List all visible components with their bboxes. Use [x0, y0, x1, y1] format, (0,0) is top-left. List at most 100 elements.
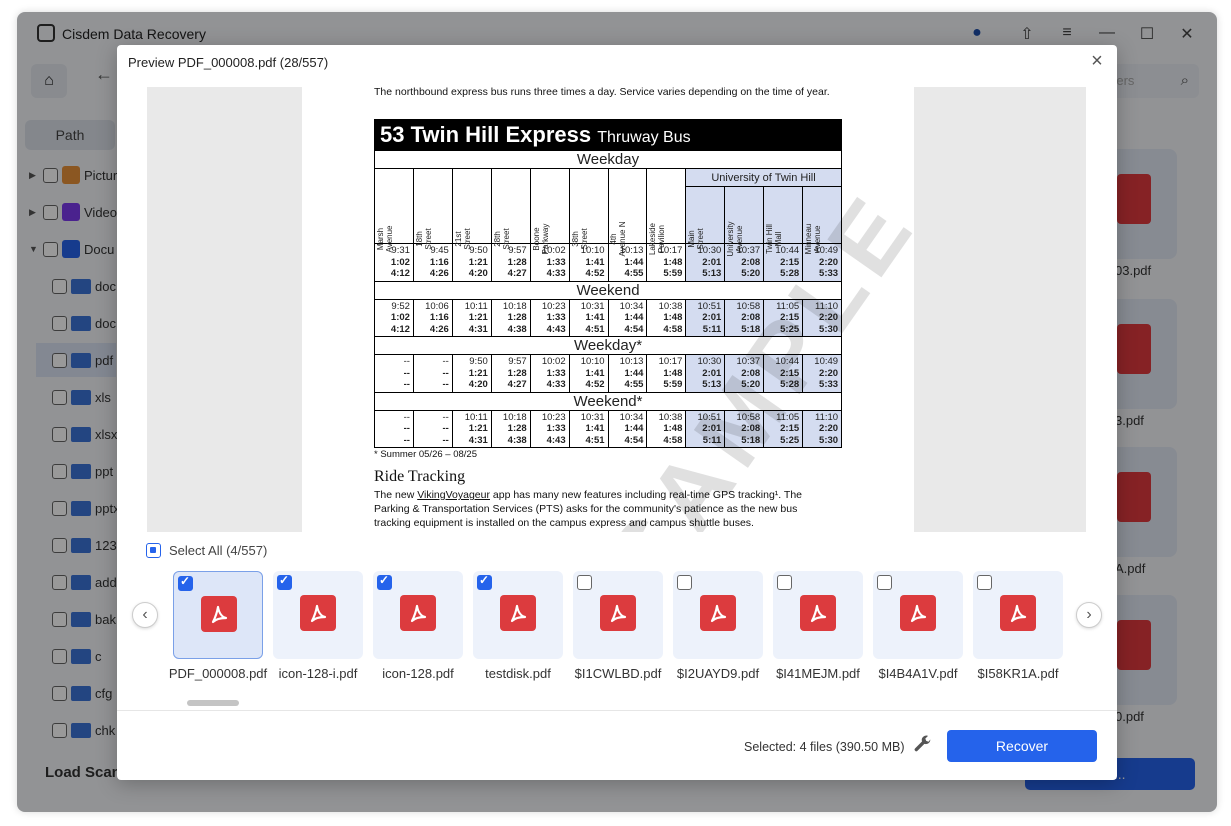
- pdf-file-icon: [900, 595, 936, 631]
- time-value: 4:52: [585, 268, 605, 279]
- stop-name: Twin Hill Mall: [765, 224, 783, 254]
- time-cell: 10:10 1:41 4:52: [569, 355, 609, 393]
- pdf-preview-area[interactable]: The northbound express bus runs three ti…: [147, 87, 1086, 532]
- pdf-file-icon: [600, 595, 636, 631]
- stop-name-line: 18th: [414, 231, 424, 247]
- time-value: 1:21: [468, 367, 488, 379]
- stop-name-line: University: [726, 221, 736, 257]
- time-value: 4:26: [429, 323, 449, 335]
- wrench-icon[interactable]: [912, 734, 936, 758]
- stop-header: 21st Street: [452, 169, 492, 250]
- file-thumbnail[interactable]: [873, 571, 963, 659]
- next-arrow-icon[interactable]: ›: [1076, 602, 1102, 628]
- recover-button[interactable]: Recover: [947, 730, 1097, 762]
- close-icon[interactable]: ×: [1085, 49, 1109, 73]
- thumbnail-filename: icon-128-i.pdf: [278, 666, 358, 681]
- time-value: 1:21: [468, 256, 488, 268]
- pdf-file-icon: [700, 595, 736, 631]
- time-cell: 10:13 1:44 4:55: [608, 355, 648, 393]
- time-value: 10:06: [425, 300, 449, 312]
- stop-name-line: Street: [462, 228, 472, 250]
- preview-dialog: Preview PDF_000008.pdf (28/557) × The no…: [117, 45, 1117, 780]
- time-value: 10:10: [580, 356, 605, 367]
- thumbnail-checkbox[interactable]: [877, 575, 892, 590]
- time-value: 4:33: [546, 379, 566, 390]
- time-value: 10:31: [580, 411, 605, 423]
- time-value: 1:28: [507, 367, 527, 379]
- time-value: 4:20: [468, 379, 488, 390]
- time-value: 10:34: [619, 411, 644, 423]
- time-value: 1:41: [585, 312, 605, 323]
- time-value: 2:01: [702, 256, 722, 268]
- thumbnail-filename: icon-128.pdf: [382, 666, 454, 681]
- stop-name-line: Avenue: [735, 225, 745, 253]
- time-value: 4:38: [507, 323, 527, 335]
- thumbnail-scrollbar[interactable]: [187, 700, 239, 706]
- time-value: 10:18: [502, 300, 527, 312]
- time-value: 1:21: [468, 312, 488, 323]
- time-value: 2:08: [741, 256, 761, 268]
- file-thumbnail[interactable]: [373, 571, 463, 659]
- time-cell: 10:18 1:28 4:38: [491, 299, 531, 337]
- stop-name: 21st Street: [454, 228, 472, 249]
- thumbnail-checkbox[interactable]: [377, 573, 392, 590]
- time-value: 10:11: [464, 411, 488, 423]
- schedule-footnote: * Summer 05/26 – 08/25: [374, 449, 477, 460]
- time-cell: 10:02 1:33 4:33: [530, 355, 570, 393]
- thumbnail-checkbox[interactable]: [577, 575, 592, 590]
- stop-header: 28th Street: [491, 169, 531, 250]
- time-value: 1:16: [429, 312, 449, 323]
- thumbnail-checkbox[interactable]: [977, 575, 992, 590]
- time-cell: 10:34 1:44 4:54: [608, 410, 648, 448]
- stop-name-line: Parkway: [540, 223, 550, 255]
- prev-arrow-icon[interactable]: ‹: [132, 602, 158, 628]
- time-value: 10:11: [464, 300, 488, 312]
- time-value: 4:31: [468, 434, 488, 446]
- time-value: 4:27: [507, 268, 527, 279]
- selected-info: Selected: 4 files (390.50 MB): [744, 740, 905, 754]
- time-value: --: [442, 423, 449, 434]
- time-cell: -- -- --: [375, 410, 414, 448]
- file-thumbnail[interactable]: [573, 571, 663, 659]
- stop-header: 4th Avenue N: [608, 169, 648, 257]
- thumbnail-checkbox[interactable]: [178, 574, 193, 591]
- time-cell: 10:34 1:44 4:54: [608, 299, 648, 337]
- thumbnail-checkbox[interactable]: [277, 573, 292, 590]
- stop-name: 38th Street: [571, 228, 589, 249]
- time-value: 5:11: [702, 323, 722, 335]
- ride-text-part1: The new: [374, 489, 418, 501]
- time-value: 1:21: [468, 423, 488, 434]
- select-all[interactable]: Select All (4/557): [146, 543, 267, 558]
- time-value: 1:16: [429, 256, 449, 268]
- time-value: --: [442, 411, 449, 423]
- thumbnail-checkbox[interactable]: [477, 573, 492, 590]
- file-thumbnail[interactable]: [273, 571, 363, 659]
- file-thumbnail[interactable]: [773, 571, 863, 659]
- time-value: 10:02: [541, 356, 566, 367]
- stop-name: Lakeside Pavilion: [648, 223, 666, 255]
- stop-name-line: Twin Hill: [765, 224, 775, 254]
- time-value: 4:27: [507, 379, 527, 390]
- time-value: 10:23: [541, 300, 566, 312]
- file-thumbnail[interactable]: [173, 571, 263, 659]
- time-value: 4:12: [390, 323, 410, 335]
- file-thumbnail[interactable]: [473, 571, 563, 659]
- route-subtitle: Thruway Bus: [597, 129, 691, 146]
- pdf-page: The northbound express bus runs three ti…: [302, 87, 914, 532]
- thumbnail-checkbox[interactable]: [677, 575, 692, 590]
- stop-name-line: Street: [579, 228, 589, 250]
- select-all-checkbox[interactable]: [146, 543, 161, 558]
- time-value: 10:34: [619, 300, 644, 312]
- time-value: 2:01: [702, 312, 722, 323]
- time-value: 1:28: [507, 312, 527, 323]
- time-value: 1:28: [507, 256, 527, 268]
- file-thumbnail[interactable]: [973, 571, 1063, 659]
- time-value: 5:30: [819, 434, 839, 446]
- time-value: 4:58: [663, 323, 683, 335]
- stop-name-line: Avenue: [384, 225, 394, 253]
- file-thumbnail[interactable]: [673, 571, 763, 659]
- time-value: 4:52: [585, 379, 605, 390]
- thumbnail-checkbox[interactable]: [777, 575, 792, 590]
- stop-name-line: Avenue N: [618, 221, 628, 257]
- time-value: 5:13: [702, 268, 722, 279]
